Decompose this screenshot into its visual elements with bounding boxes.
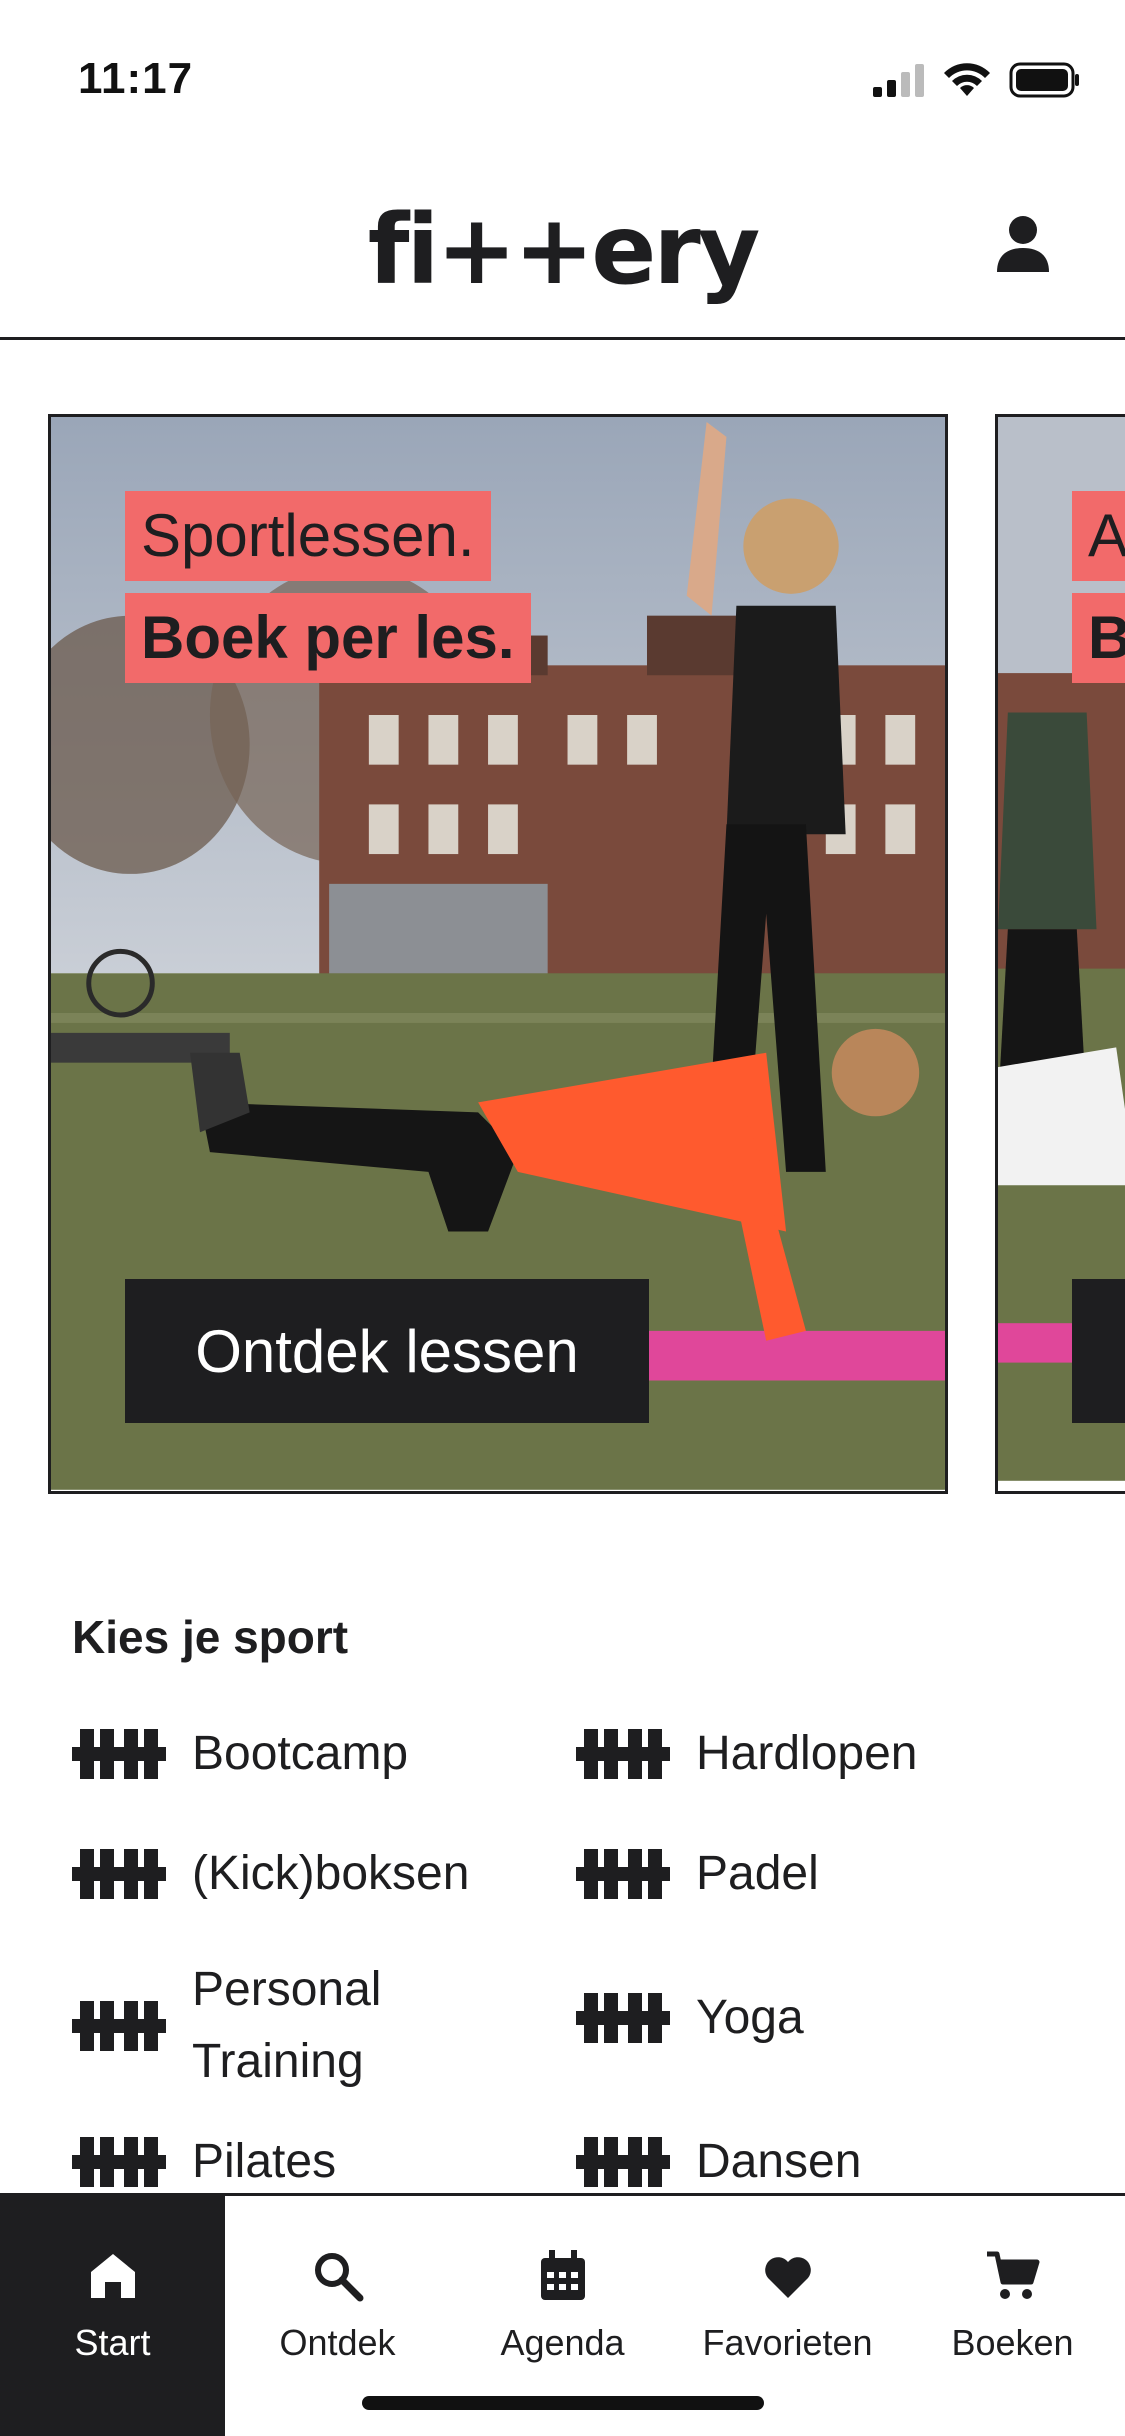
sport-item-kickboksen[interactable]: (Kick)boksen	[72, 1838, 469, 1910]
sport-label: Pilates	[192, 2135, 337, 2188]
sport-label: Dansen	[696, 2135, 862, 2188]
app-header: fi++ery	[0, 150, 1125, 340]
wifi-icon	[944, 63, 990, 96]
sport-item-yoga[interactable]: Yoga	[576, 1982, 804, 2054]
cart-icon	[986, 2251, 1039, 2299]
sport-label: (Kick)boksen	[192, 1847, 470, 1900]
dumbbell-icon	[576, 1993, 670, 2043]
sport-item-pilates[interactable]: Pilates	[72, 2126, 336, 2198]
tab-label: Start	[74, 2322, 151, 2363]
dumbbell-icon	[72, 2001, 166, 2051]
dumbbell-icon	[72, 2137, 166, 2187]
sport-label: Padel	[696, 1847, 819, 1900]
tab-label: Ontdek	[279, 2322, 396, 2363]
sport-item-padel[interactable]: Padel	[576, 1838, 819, 1910]
person-icon[interactable]	[991, 212, 1055, 276]
calendar-icon	[540, 2250, 585, 2300]
sport-item-personal-training[interactable]: Personal Training	[72, 1954, 492, 2098]
status-time: 11:17	[78, 54, 194, 103]
dumbbell-icon	[72, 1729, 166, 1779]
tab-boeken[interactable]: Boeken	[900, 2196, 1125, 2436]
dumbbell-icon	[576, 1729, 670, 1779]
promo-card-next-button[interactable]	[1072, 1279, 1125, 1423]
tab-label: Boeken	[951, 2322, 1074, 2363]
signal-icon	[873, 64, 924, 97]
home-indicator[interactable]	[362, 2396, 764, 2410]
sport-label: Bootcamp	[192, 1727, 409, 1780]
discover-classes-button[interactable]: Ontdek lessen	[125, 1279, 649, 1423]
promo-card-next[interactable]: Ac B	[995, 414, 1125, 1494]
tab-label: Agenda	[500, 2322, 625, 2363]
sport-item-hardlopen[interactable]: Hardlopen	[576, 1718, 917, 1790]
sport-label: Yoga	[696, 1991, 804, 2044]
hero-headline-2: Ac	[1072, 491, 1125, 581]
sport-label: Personal Training	[192, 1963, 382, 2088]
sport-item-dansen[interactable]: Dansen	[576, 2126, 861, 2198]
sport-label: Hardlopen	[696, 1727, 918, 1780]
hero-headline: Sportlessen.	[125, 491, 491, 581]
tab-start[interactable]: Start	[0, 2196, 225, 2436]
battery-icon	[1009, 62, 1079, 98]
home-icon	[90, 2254, 135, 2298]
dumbbell-icon	[576, 1849, 670, 1899]
fittery-logo[interactable]: fi++ery	[0, 194, 1125, 306]
dumbbell-icon	[576, 2137, 670, 2187]
heart-icon	[764, 2257, 811, 2298]
tab-label: Favorieten	[702, 2322, 873, 2363]
promo-carousel[interactable]: Sportlessen. Boek per les. Ontdek lessen…	[0, 414, 1125, 1494]
status-bar: 11:17	[0, 0, 1125, 150]
hero-subheadline: Boek per les.	[125, 593, 531, 683]
dumbbell-icon	[72, 1849, 166, 1899]
search-icon	[314, 2253, 363, 2302]
hero-subheadline-2: B	[1072, 593, 1125, 683]
promo-card-classes[interactable]: Sportlessen. Boek per les. Ontdek lessen	[48, 414, 948, 1494]
sport-item-bootcamp[interactable]: Bootcamp	[72, 1718, 408, 1790]
status-icons	[873, 62, 1081, 98]
sports-section-title: Kies je sport	[72, 1611, 349, 1663]
